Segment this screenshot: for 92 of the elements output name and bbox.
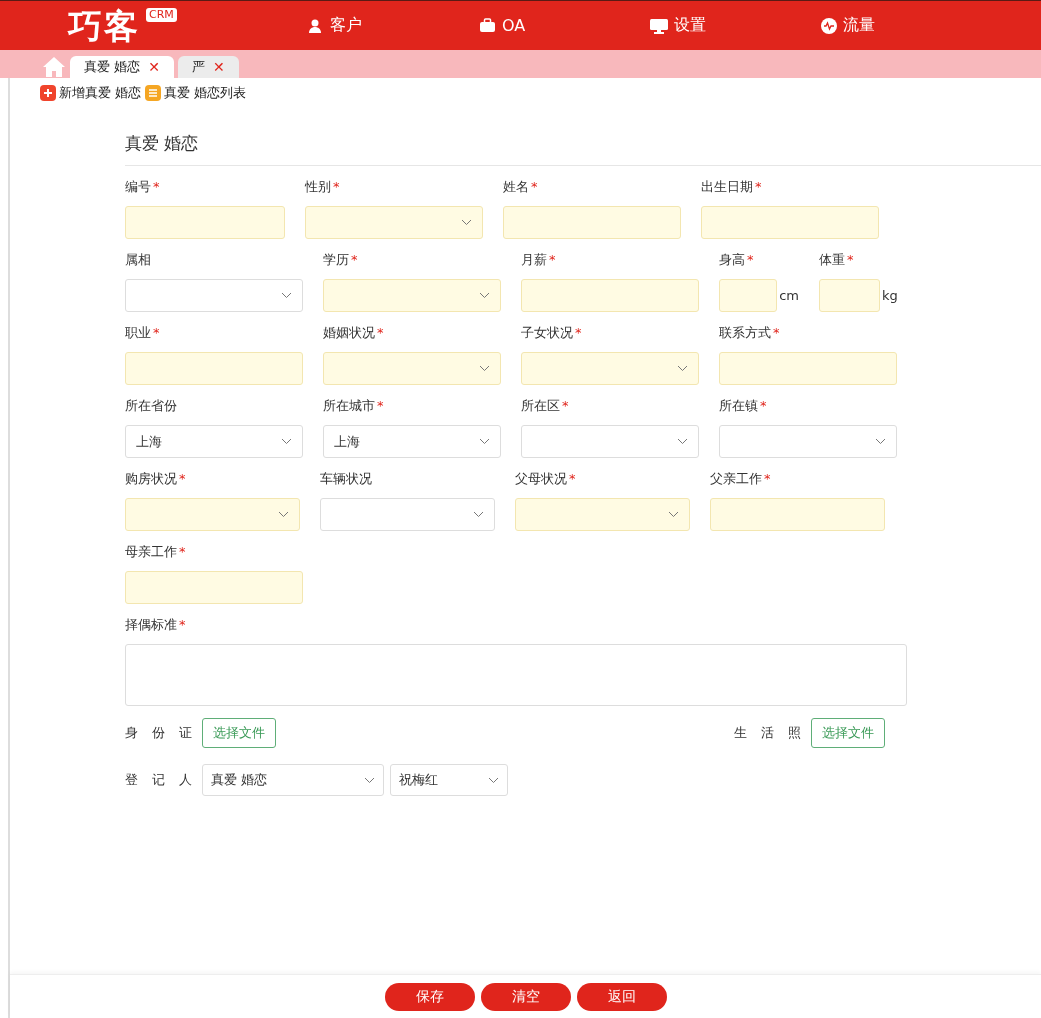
field-label: 择偶标准*	[125, 616, 186, 634]
chevron-down-icon	[875, 438, 886, 445]
nav-item[interactable]: 客户	[308, 15, 479, 36]
tab[interactable]: 真爱 婚恋 ✕	[70, 56, 174, 78]
select-field[interactable]	[323, 352, 501, 385]
tab[interactable]: 严 ✕	[177, 56, 239, 78]
field-label: 车辆状况	[320, 470, 373, 488]
chevron-down-icon	[281, 438, 292, 445]
input-field[interactable]	[125, 571, 303, 604]
chevron-down-icon	[668, 511, 679, 518]
field-label: 出生日期*	[701, 178, 763, 196]
select-field[interactable]: 上海	[125, 425, 303, 458]
field-label: 登 记 人	[125, 771, 193, 789]
field-label: 所在区*	[521, 397, 570, 415]
select-field[interactable]	[305, 206, 483, 239]
chevron-down-icon	[281, 292, 292, 299]
input-field[interactable]	[521, 279, 699, 312]
textarea-field[interactable]	[125, 644, 907, 706]
select-field[interactable]	[719, 425, 897, 458]
field-label: 性别*	[305, 178, 341, 196]
footer-button[interactable]: 清空	[480, 982, 571, 1011]
chevron-down-icon	[364, 776, 376, 784]
select-field[interactable]	[323, 279, 501, 312]
choose-file-button[interactable]: 选择文件	[202, 718, 277, 748]
logo: 巧客	[68, 5, 140, 46]
toolbar-link[interactable]: 真爱 婚恋列表	[145, 84, 247, 102]
briefcase-icon	[479, 18, 496, 33]
field-label: 身高*	[719, 251, 755, 269]
chevron-down-icon	[479, 292, 490, 299]
nav-item[interactable]: 设置	[650, 15, 821, 36]
field-label: 母亲工作*	[125, 543, 187, 561]
select-field[interactable]: 祝梅红	[390, 764, 509, 796]
select-field[interactable]	[125, 279, 303, 312]
field-label: 联系方式*	[719, 324, 781, 342]
field-label: 学历*	[323, 251, 359, 269]
select-field[interactable]	[515, 498, 690, 531]
input-field[interactable]	[719, 352, 897, 385]
unit-label: kg	[882, 288, 898, 303]
chevron-down-icon	[461, 219, 472, 226]
field-label: 生 活 照	[733, 724, 801, 742]
close-icon[interactable]: ✕	[148, 59, 160, 75]
select-field[interactable]	[320, 498, 495, 531]
list-icon	[145, 85, 162, 101]
unit-label: cm	[779, 288, 799, 303]
choose-file-button[interactable]: 选择文件	[811, 718, 885, 748]
chevron-down-icon	[488, 776, 500, 784]
input-field[interactable]	[701, 206, 879, 239]
select-field[interactable]: 上海	[323, 425, 501, 458]
field-label: 职业*	[125, 324, 161, 342]
footer-button[interactable]: 保存	[384, 982, 475, 1011]
close-icon[interactable]: ✕	[212, 59, 225, 75]
chevron-down-icon	[677, 365, 688, 372]
field-label: 所在省份	[125, 397, 178, 415]
select-field[interactable]	[125, 498, 300, 531]
user-icon	[308, 17, 324, 34]
input-field[interactable]	[125, 352, 303, 385]
plus-icon	[40, 85, 56, 101]
select-field[interactable]: 真爱 婚恋	[202, 764, 385, 796]
nav-item[interactable]: 流量	[821, 15, 992, 36]
input-field[interactable]	[719, 279, 778, 312]
field-label: 体重*	[819, 251, 855, 269]
pulse-icon	[821, 17, 837, 34]
input-field[interactable]	[710, 498, 885, 531]
footer-button[interactable]: 返回	[576, 982, 667, 1011]
field-label: 子女状况*	[521, 324, 583, 342]
field-label: 身 份 证	[125, 724, 193, 742]
toolbar-link[interactable]: 新增真爱 婚恋	[40, 84, 142, 102]
field-label: 父亲工作*	[710, 470, 772, 488]
field-label: 婚姻状况*	[323, 324, 385, 342]
input-field[interactable]	[125, 206, 285, 239]
form-title: 真爱 婚恋	[125, 132, 1041, 166]
field-label: 父母状况*	[515, 470, 577, 488]
field-label: 编号*	[125, 178, 161, 196]
chevron-down-icon	[278, 511, 289, 518]
field-label: 所在城市*	[323, 397, 385, 415]
chevron-down-icon	[479, 365, 490, 372]
field-label: 姓名*	[503, 178, 539, 196]
field-label: 购房状况*	[125, 470, 187, 488]
input-field[interactable]	[819, 279, 880, 312]
field-label: 所在镇*	[719, 397, 768, 415]
chevron-down-icon	[677, 438, 688, 445]
chevron-down-icon	[473, 511, 484, 518]
select-field[interactable]	[521, 425, 699, 458]
nav-item[interactable]: OA	[479, 16, 650, 35]
home-icon[interactable]	[42, 56, 66, 78]
chevron-down-icon	[479, 438, 490, 445]
field-label: 属相	[125, 251, 152, 269]
crm-badge: CRM	[146, 7, 177, 22]
select-field[interactable]	[521, 352, 699, 385]
monitor-icon	[650, 17, 668, 34]
input-field[interactable]	[503, 206, 681, 239]
field-label: 月薪*	[521, 251, 557, 269]
